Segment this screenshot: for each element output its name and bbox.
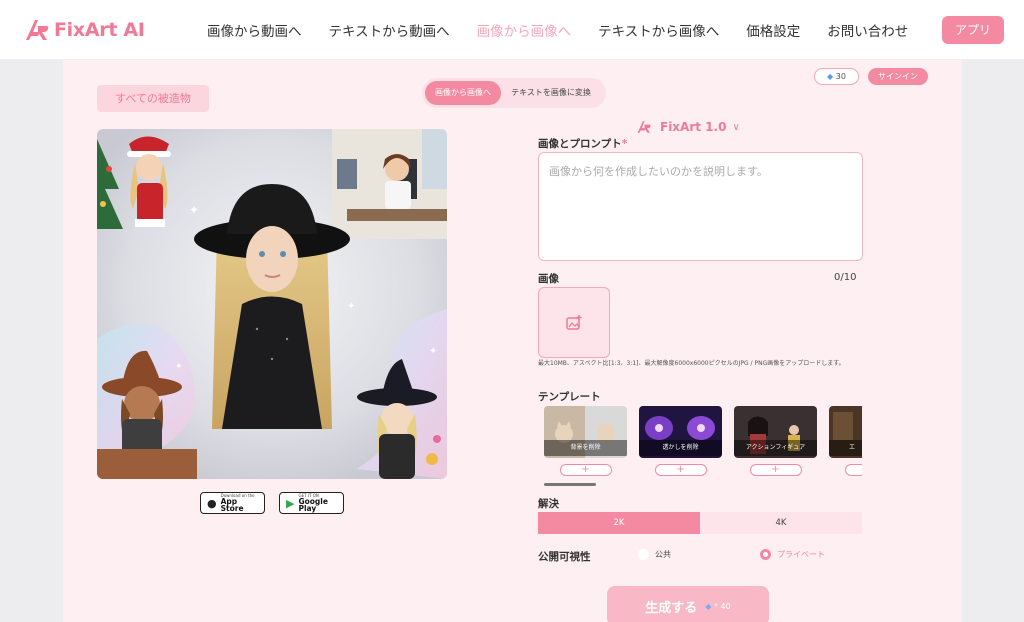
prompt-field[interactable] <box>538 152 863 261</box>
upload-note: 最大10MB、アスペクト比[1:3、3:1]、最大解像度6000x6000ピクセ… <box>538 360 845 367</box>
tab-text-to-image[interactable]: テキストを画像に変換 <box>501 81 601 105</box>
visibility-private-option[interactable]: プライベート <box>760 549 825 560</box>
add-image-icon <box>566 314 582 330</box>
app-store-label: App Store <box>220 496 244 513</box>
template-card[interactable]: エ + <box>829 406 862 476</box>
top-navigation-bar: FixArt AI 画像から動画へ テキストから動画へ 画像から画像へ テキスト… <box>0 0 1024 60</box>
resolution-2k-option[interactable]: 2K <box>538 512 700 534</box>
model-name: FixArt 1.0 <box>660 120 727 134</box>
generate-cost-value: 40 <box>720 601 731 611</box>
chevron-down-icon: ∨ <box>732 121 740 133</box>
all-creations-button[interactable]: すべての被造物 <box>97 85 209 112</box>
template-thumb-remove-background: 背景を削除 <box>544 406 627 458</box>
diamond-icon: ◆ <box>705 601 712 611</box>
image-count: 0/10 <box>834 272 857 283</box>
credits-value: 30 <box>835 72 846 81</box>
template-add-button[interactable]: + <box>749 464 802 476</box>
logo-text: FixArt AI <box>54 19 145 41</box>
svg-text:✦: ✦ <box>429 346 437 357</box>
svg-text:✦: ✦ <box>189 203 199 217</box>
google-play-icon: ▶ <box>286 496 295 510</box>
fixart-logo-icon <box>26 20 49 40</box>
required-mark: * <box>621 138 628 150</box>
radio-unchecked-icon[interactable] <box>638 549 649 560</box>
visibility-label: 公開可視性 <box>538 551 591 563</box>
visibility-public-option[interactable]: 公共 <box>638 549 671 560</box>
svg-text:✦: ✦ <box>347 301 355 312</box>
diamond-icon: ◆ <box>827 72 834 81</box>
google-play-label: Google Play <box>298 496 328 513</box>
prompt-label-text: 画像とプロンプト <box>538 138 622 150</box>
template-caption: アクションフィギュア <box>734 440 817 456</box>
generate-button[interactable]: 生成する ◆ * 40 <box>607 586 769 622</box>
template-caption: 透かしを削除 <box>639 440 722 456</box>
fixart-model-icon <box>637 121 651 133</box>
template-caption: エ <box>829 440 862 456</box>
template-card[interactable]: 透かしを削除 + <box>639 406 722 476</box>
resolution-4k-option[interactable]: 4K <box>700 512 862 534</box>
visibility-private-label: プライベート <box>777 550 825 559</box>
nav-item-contact[interactable]: お問い合わせ <box>827 20 908 40</box>
nav-item-image-to-video[interactable]: 画像から動画へ <box>207 20 302 40</box>
template-carousel: 背景を削除 + 透かしを削除 + アクションフィギュア + エ <box>544 406 862 486</box>
credits-badge[interactable]: ◆ 30 <box>814 68 859 85</box>
prompt-textarea[interactable] <box>549 163 852 250</box>
template-scrollbar[interactable] <box>544 483 596 486</box>
template-thumb-action-figure: アクションフィギュア <box>734 406 817 458</box>
main-nav: 画像から動画へ テキストから動画へ 画像から画像へ テキストから画像へ 価格設定… <box>207 20 935 40</box>
apple-icon: ● <box>207 496 217 510</box>
image-label: 画像 <box>538 273 559 285</box>
prompt-label: 画像とプロンプト* <box>538 136 627 151</box>
svg-text:✦: ✦ <box>175 362 183 372</box>
app-button[interactable]: アプリ <box>942 16 1004 44</box>
nav-item-image-to-image[interactable]: 画像から画像へ <box>477 20 572 40</box>
google-play-badge[interactable]: ▶ GET IT ON Google Play <box>279 492 344 514</box>
nav-item-text-to-video[interactable]: テキストから動画へ <box>329 20 450 40</box>
template-thumb-partial: エ <box>829 406 862 458</box>
mode-tabs: 画像から画像へ テキストを画像に変換 <box>422 78 606 108</box>
logo[interactable]: FixArt AI <box>24 16 145 44</box>
template-caption: 背景を削除 <box>544 440 627 456</box>
resolution-label: 解決 <box>538 498 559 510</box>
template-label: テンプレート <box>538 391 601 403</box>
tab-image-to-image[interactable]: 画像から画像へ <box>425 81 501 105</box>
nav-item-pricing[interactable]: 価格設定 <box>746 20 800 40</box>
generate-cost: ◆ * 40 <box>705 601 731 611</box>
model-selector[interactable]: FixArt 1.0 ∨ <box>636 120 740 134</box>
template-add-button[interactable]: + <box>654 464 707 476</box>
radio-checked-icon[interactable] <box>760 549 771 560</box>
template-add-button[interactable]: + <box>845 464 862 476</box>
generate-label: 生成する <box>645 600 698 616</box>
app-store-badge[interactable]: ● Download on the App Store <box>200 492 265 514</box>
resolution-toggle: 2K 4K <box>538 512 862 534</box>
template-card[interactable]: アクションフィギュア + <box>734 406 817 476</box>
visibility-public-label: 公共 <box>655 550 671 559</box>
template-add-button[interactable]: + <box>559 464 612 476</box>
template-thumb-remove-watermark: 透かしを削除 <box>639 406 722 458</box>
hero-illustration: ✦ ✦ ✦ ✦ <box>97 129 447 479</box>
image-upload-button[interactable] <box>538 287 610 358</box>
nav-item-text-to-image[interactable]: テキストから画像へ <box>598 20 719 40</box>
sign-in-button[interactable]: サインイン <box>868 68 928 85</box>
template-card[interactable]: 背景を削除 + <box>544 406 627 476</box>
